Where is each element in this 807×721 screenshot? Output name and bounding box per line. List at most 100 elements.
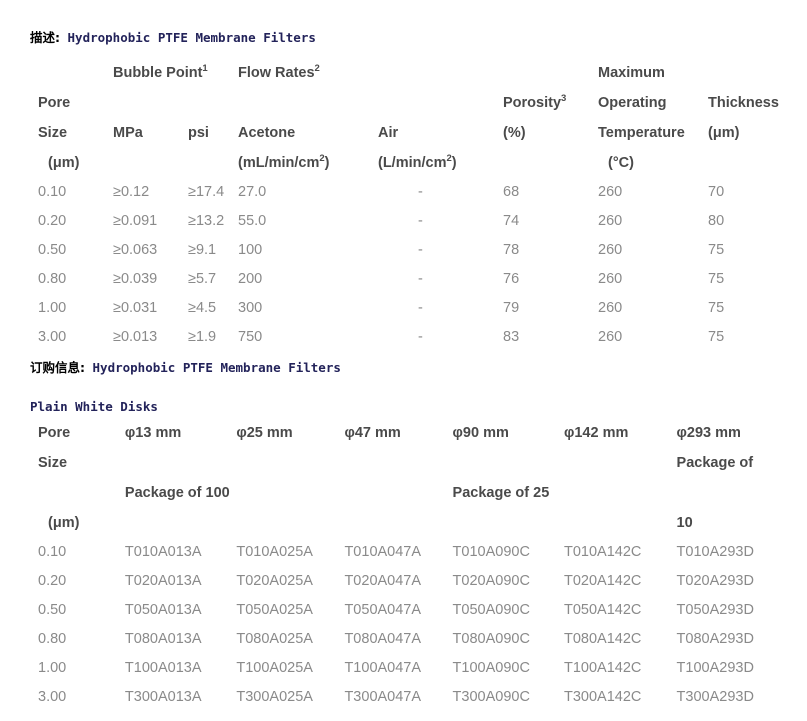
ordering-cell-d293: T010A293D [676,544,754,560]
ordering-header-blank-9 [236,508,344,538]
spec-header-air-unit: (L/min/cm2) [378,153,457,171]
ordering-header-blank-5 [564,448,677,478]
spec-cell-thickness: 75 [708,329,725,345]
ordering-cell-d47: T050A047A [344,602,422,618]
spec-cell-acetone: 27.0 [238,184,267,200]
spec-cell-pore: 3.00 [38,329,67,345]
ordering-cell-pore: 0.20 [38,573,67,589]
table-row: 0.80 T080A013A T080A025A T080A047A T080A… [38,625,788,654]
spec-header-flow-rates: Flow Rates2 [238,63,320,81]
ordering-cell-d25: T020A025A [236,573,313,589]
ordering-cell-pore: 0.80 [38,631,67,647]
ordering-cell-d142: T050A142C [563,602,642,618]
ordering-header-d13: φ13 mm [124,425,182,441]
ordering-header-row-4: (μm) 10 [38,508,788,538]
ordering-cell-d13: T100A013A [124,660,202,676]
spec-header-blank-10 [503,148,598,178]
ordering-cell-d90: T100A090C [452,660,530,676]
spec-cell-acetone: 100 [238,242,263,258]
ordering-header-blank-1 [125,448,236,478]
ordering-cell-d142: T020A142C [563,573,642,589]
ordering-header-blank-12 [564,508,677,538]
ordering-cell-d25: T050A025A [236,602,313,618]
ordering-cell-d25: T300A025A [236,689,313,705]
spec-cell-acetone: 300 [238,300,263,316]
spec-cell-pore: 0.80 [38,271,67,287]
ordering-header-row-3: Package of 100 Package of 25 [38,478,788,508]
spec-cell-air: - [418,213,423,229]
ordering-header-d142: φ142 mm [563,425,629,441]
ordering-cell-d47: T020A047A [344,573,422,589]
ordering-cell-d25: T100A025A [236,660,313,676]
ordering-header-pore: Pore [38,425,71,441]
ordering-cell-d25: T010A025A [236,544,313,560]
spec-cell-mpa: ≥0.031 [113,300,158,316]
spec-header-porosity: Porosity3 [503,93,567,111]
ordering-header-blank-11 [453,508,564,538]
ordering-cell-pore: 0.10 [38,544,67,560]
description-caption: 描述: Hydrophobic PTFE Membrane Filters [30,27,316,46]
spec-header-bubble-point: Bubble Point1 [113,63,208,81]
spec-header-porosity-unit: (%) [503,125,526,141]
ordering-cell-d293: T100A293D [676,660,754,676]
ordering-cell-d47: T080A047A [344,631,422,647]
spec-cell-psi: ≥17.4 [188,184,225,200]
table-row: 0.50 ≥0.063 ≥9.1 100 - 78 260 75 [38,236,788,265]
spec-header-blank-7 [378,88,503,118]
ordering-header-pkg10-line2: 10 [676,515,693,531]
spec-cell-temperature: 260 [598,300,623,316]
ordering-cell-d90: T010A090C [452,544,530,560]
spec-cell-thickness: 80 [708,213,725,229]
ordering-cell-d13: T050A013A [124,602,202,618]
ordering-header-blank-8 [125,508,236,538]
table-row: 1.00 T100A013A T100A025A T100A047A T100A… [38,654,788,683]
ordering-header-d25: φ25 mm [236,425,293,441]
ordering-cell-d47: T010A047A [344,544,422,560]
ordering-cell-pore: 0.50 [38,602,67,618]
spec-cell-temperature: 260 [598,213,623,229]
spec-cell-temperature: 260 [598,329,623,345]
table-row: 3.00 T300A013A T300A025A T300A047A T300A… [38,683,788,712]
table-row: 0.20 ≥0.091 ≥13.2 55.0 - 74 260 80 [38,207,788,236]
ordering-cell-d13: T010A013A [124,544,202,560]
ordering-cell-d13: T080A013A [124,631,202,647]
spec-header-mpa: MPa [113,125,143,141]
ordering-cell-d142: T300A142C [563,689,642,705]
spec-cell-temperature: 260 [598,184,623,200]
table-row: 1.00 ≥0.031 ≥4.5 300 - 79 260 75 [38,294,788,323]
spec-header-blank-8 [113,148,188,178]
spec-cell-pore: 0.10 [38,184,67,200]
spec-cell-pore: 0.50 [38,242,67,258]
ordering-header-size-unit: (μm) [48,515,80,531]
ordering-header-size: Size [38,455,68,471]
spec-cell-mpa: ≥0.013 [113,329,158,345]
spec-header-temperature: Temperature [598,125,685,141]
spec-header-blank-2 [503,58,598,88]
spec-header-acetone: Acetone [238,125,296,141]
spec-cell-psi: ≥5.7 [188,271,217,287]
spec-cell-porosity: 83 [503,329,520,345]
ordering-header-blank-4 [453,448,564,478]
ordering-header-d293: φ293 mm [676,425,741,441]
spec-header-row-2: Pore Porosity3 Operating Thickness [38,88,788,118]
spec-cell-pore: 1.00 [38,300,67,316]
footnote-marker-1: 1 [202,63,208,75]
spec-cell-thickness: 75 [708,242,725,258]
ordering-cell-d293: T080A293D [676,631,754,647]
description-label: 描述: [30,30,60,45]
spec-cell-air: - [418,242,423,258]
spec-header-row-4: (μm) (mL/min/cm2) (L/min/cm2) (°C) [38,148,788,178]
spec-cell-thickness: 75 [708,300,725,316]
spec-cell-porosity: 68 [503,184,520,200]
spec-cell-thickness: 75 [708,271,725,287]
ordering-cell-d293: T020A293D [676,573,754,589]
spec-cell-air: - [418,329,423,345]
ordering-cell-d142: T010A142C [563,544,642,560]
spec-cell-porosity: 78 [503,242,520,258]
spec-cell-porosity: 76 [503,271,520,287]
ordering-cell-d13: T020A013A [124,573,202,589]
ordering-label: 订购信息: [30,360,85,375]
specification-table: Bubble Point1 Flow Rates2 Maximum Pore P… [38,58,788,352]
spec-header-blank-5 [188,88,238,118]
spec-header-size: Size [38,125,68,141]
